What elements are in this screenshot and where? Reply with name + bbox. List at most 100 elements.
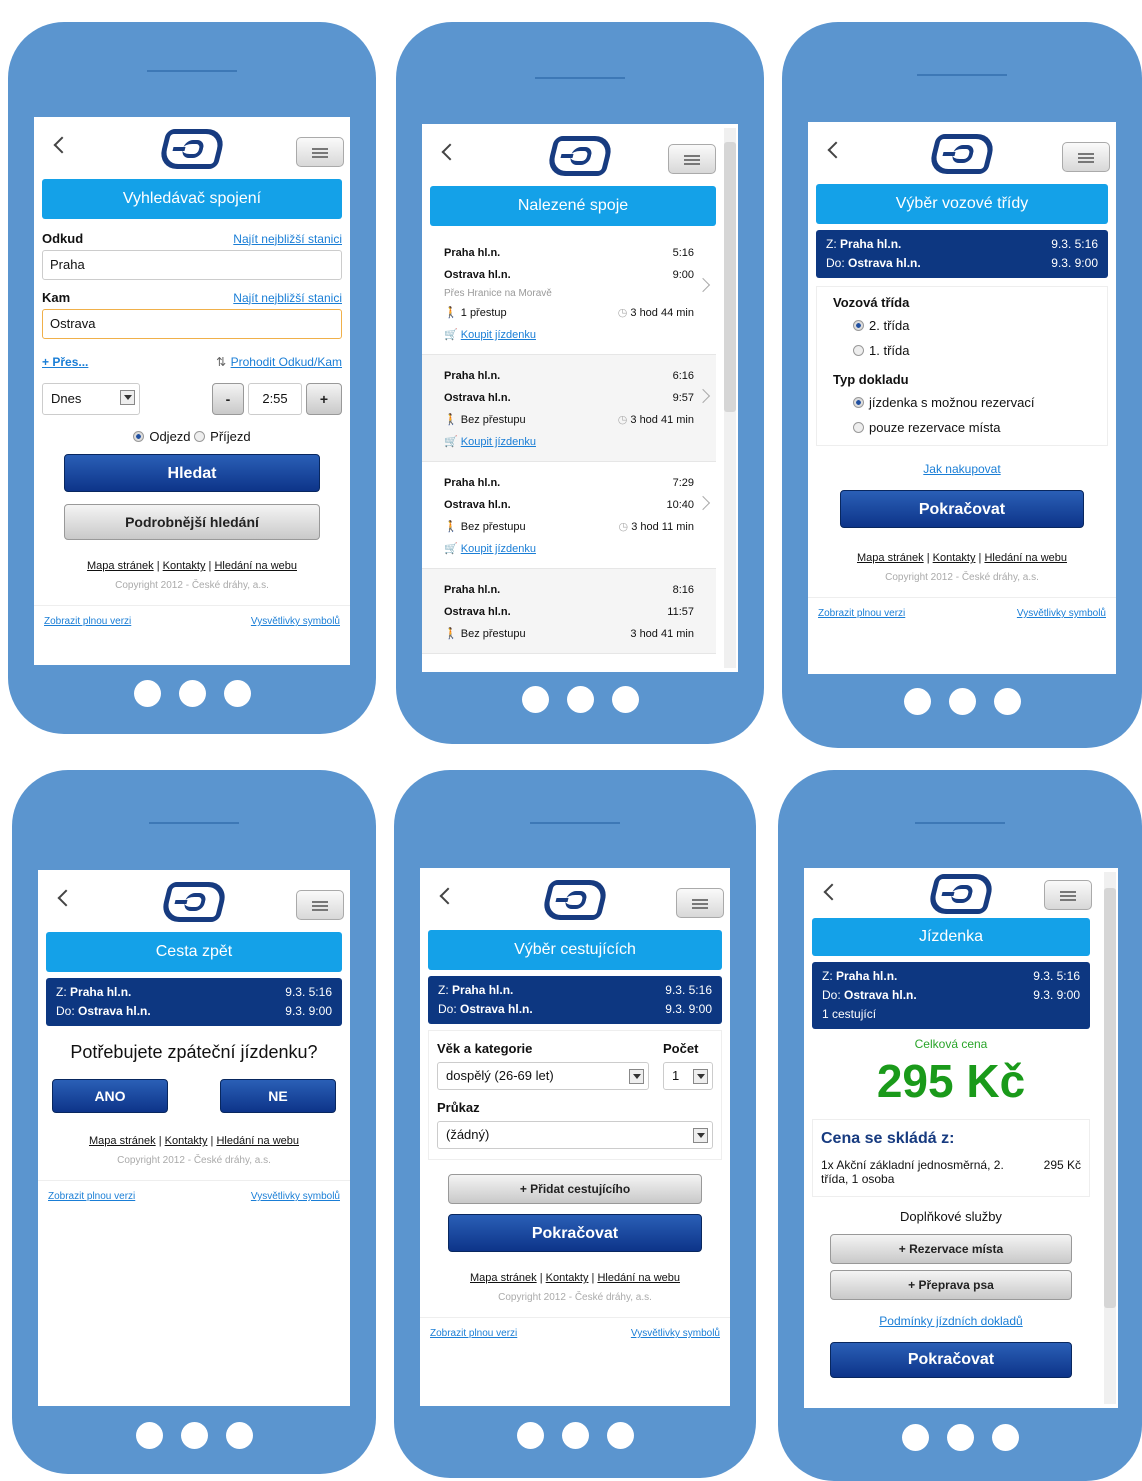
- to-station: Ostrava hl.n.: [460, 1002, 533, 1016]
- dog-transport-button[interactable]: + Přeprava psa: [830, 1270, 1072, 1300]
- search-button[interactable]: Hledat: [64, 454, 320, 492]
- nav-dot[interactable]: [606, 1422, 634, 1449]
- back-icon[interactable]: [823, 883, 841, 901]
- full-version-link[interactable]: Zobrazit plnou verzi: [430, 1328, 517, 1339]
- doc-seat-only-radio[interactable]: [853, 422, 864, 433]
- arrival-radio[interactable]: [194, 431, 206, 442]
- nav-dot[interactable]: [948, 688, 976, 715]
- add-passenger-button[interactable]: + Přidat cestujícího: [448, 1174, 702, 1204]
- back-icon[interactable]: [53, 136, 71, 154]
- to-station: Ostrava hl.n.: [78, 1004, 151, 1018]
- back-icon[interactable]: [827, 141, 845, 159]
- to-prefix: Do:: [438, 1002, 457, 1016]
- connection-row[interactable]: Praha hl.n. 5:16 Ostrava hl.n. 9:00 Přes H…: [422, 232, 716, 355]
- swap-link[interactable]: Prohodit Odkud/Kam: [231, 355, 342, 369]
- sitemap-link[interactable]: Mapa stránek: [89, 1135, 156, 1147]
- full-version-link[interactable]: Zobrazit plnou verzi: [48, 1191, 135, 1202]
- back-icon[interactable]: [57, 889, 75, 907]
- scrollbar[interactable]: [724, 128, 736, 668]
- nav-dot[interactable]: [178, 680, 206, 707]
- menu-icon[interactable]: [676, 888, 724, 918]
- symbols-link[interactable]: Vysvětlivky symbolů: [251, 616, 340, 627]
- nav-dot[interactable]: [133, 680, 161, 707]
- date-select[interactable]: Dnes: [42, 383, 140, 415]
- via-link[interactable]: + Přes...: [42, 355, 88, 369]
- menu-icon[interactable]: [668, 144, 716, 174]
- time-minus-button[interactable]: -: [212, 383, 244, 415]
- to-input[interactable]: Ostrava: [42, 309, 342, 339]
- full-version-link[interactable]: Zobrazit plnou verzi: [44, 616, 131, 627]
- buy-ticket-link[interactable]: Koupit jízdenku: [461, 543, 536, 555]
- nearest-station-link[interactable]: Najít nejbližší stanici: [233, 232, 342, 246]
- menu-icon[interactable]: [296, 890, 344, 920]
- buy-ticket-link[interactable]: Koupit jízdenku: [461, 436, 536, 448]
- nav-dot[interactable]: [566, 686, 594, 713]
- screen-class: Výběr vozové třídy Z: Praha hl.n. 9.3. 5:…: [808, 122, 1116, 674]
- contacts-link[interactable]: Kontakty: [933, 552, 976, 564]
- nav-dot[interactable]: [561, 1422, 589, 1449]
- nav-dot[interactable]: [901, 1424, 929, 1451]
- dep-time: 7:29: [672, 477, 694, 489]
- nearest-station-link[interactable]: Najít nejbližší stanici: [233, 291, 342, 305]
- sitemap-link[interactable]: Mapa stránek: [857, 552, 924, 564]
- count-select[interactable]: 1: [663, 1062, 713, 1090]
- menu-icon[interactable]: [1062, 142, 1110, 172]
- nav-dot[interactable]: [521, 686, 549, 713]
- scrollbar[interactable]: [1104, 872, 1116, 1404]
- connection-row[interactable]: Praha hl.n. 6:16 Ostrava hl.n. 9:57 🚶 Bez …: [422, 355, 716, 462]
- extras-label: Doplňkové služby: [900, 1209, 1002, 1224]
- symbols-link[interactable]: Vysvětlivky symbolů: [631, 1328, 720, 1339]
- symbols-link[interactable]: Vysvětlivky symbolů: [251, 1191, 340, 1202]
- arr-time: 9.3. 9:00: [285, 1004, 332, 1018]
- nav-dot[interactable]: [946, 1424, 974, 1451]
- class1-radio[interactable]: [853, 345, 864, 356]
- time-plus-button[interactable]: +: [306, 383, 342, 415]
- back-icon[interactable]: [441, 143, 459, 161]
- advanced-search-button[interactable]: Podrobnější hledání: [64, 504, 320, 540]
- class2-radio[interactable]: [853, 320, 864, 331]
- web-search-link[interactable]: Hledání na webu: [984, 552, 1067, 564]
- nav-dot[interactable]: [991, 1424, 1019, 1451]
- contacts-link[interactable]: Kontakty: [165, 1135, 208, 1147]
- sitemap-link[interactable]: Mapa stránek: [87, 560, 154, 572]
- buy-ticket-link[interactable]: Koupit jízdenku: [461, 329, 536, 341]
- nav-dot[interactable]: [993, 688, 1021, 715]
- nav-dot[interactable]: [903, 688, 931, 715]
- no-button[interactable]: NE: [220, 1079, 336, 1113]
- contacts-link[interactable]: Kontakty: [163, 560, 206, 572]
- symbols-link[interactable]: Vysvětlivky symbolů: [1017, 608, 1106, 619]
- how-to-buy-link[interactable]: Jak nakupovat: [923, 462, 1000, 476]
- from-input[interactable]: Praha: [42, 250, 342, 280]
- connection-row[interactable]: Praha hl.n. 8:16 Ostrava hl.n. 11:57 🚶 Bez…: [422, 569, 716, 654]
- nav-dot[interactable]: [225, 1422, 253, 1449]
- continue-button[interactable]: Pokračovat: [448, 1214, 702, 1252]
- nav-dot[interactable]: [611, 686, 639, 713]
- connection-row[interactable]: Praha hl.n. 7:29 Ostrava hl.n. 10:40 🚶 Bez…: [422, 462, 716, 569]
- page-title: Cesta zpět: [46, 932, 342, 972]
- menu-icon[interactable]: [296, 137, 344, 167]
- age-select[interactable]: dospělý (26-69 let): [437, 1062, 649, 1090]
- seat-reservation-button[interactable]: + Rezervace místa: [830, 1234, 1072, 1264]
- card-select[interactable]: (žádný): [437, 1121, 713, 1149]
- full-version-link[interactable]: Zobrazit plnou verzi: [818, 608, 905, 619]
- time-input[interactable]: 2:55: [248, 383, 302, 415]
- continue-button[interactable]: Pokračovat: [840, 490, 1084, 528]
- phone-ticket: Jízdenka Z: Praha hl.n. 9.3. 5:16 Do: Ost…: [778, 770, 1142, 1481]
- terms-link[interactable]: Podmínky jízdních dokladů: [879, 1314, 1022, 1328]
- menu-icon[interactable]: [1044, 880, 1092, 910]
- nav-dot[interactable]: [180, 1422, 208, 1449]
- departure-radio[interactable]: [133, 431, 145, 442]
- nav-dot[interactable]: [135, 1422, 163, 1449]
- continue-button[interactable]: Pokračovat: [830, 1342, 1072, 1378]
- web-search-link[interactable]: Hledání na webu: [597, 1272, 680, 1284]
- contacts-link[interactable]: Kontakty: [546, 1272, 589, 1284]
- doc-reservation-radio[interactable]: [853, 397, 864, 408]
- back-icon[interactable]: [439, 887, 457, 905]
- web-search-link[interactable]: Hledání na webu: [214, 560, 297, 572]
- nav-dot[interactable]: [516, 1422, 544, 1449]
- phone-search: Vyhledávač spojení Odkud Najít nejbližší …: [8, 22, 376, 734]
- yes-button[interactable]: ANO: [52, 1079, 168, 1113]
- nav-dot[interactable]: [223, 680, 251, 707]
- sitemap-link[interactable]: Mapa stránek: [470, 1272, 537, 1284]
- web-search-link[interactable]: Hledání na webu: [216, 1135, 299, 1147]
